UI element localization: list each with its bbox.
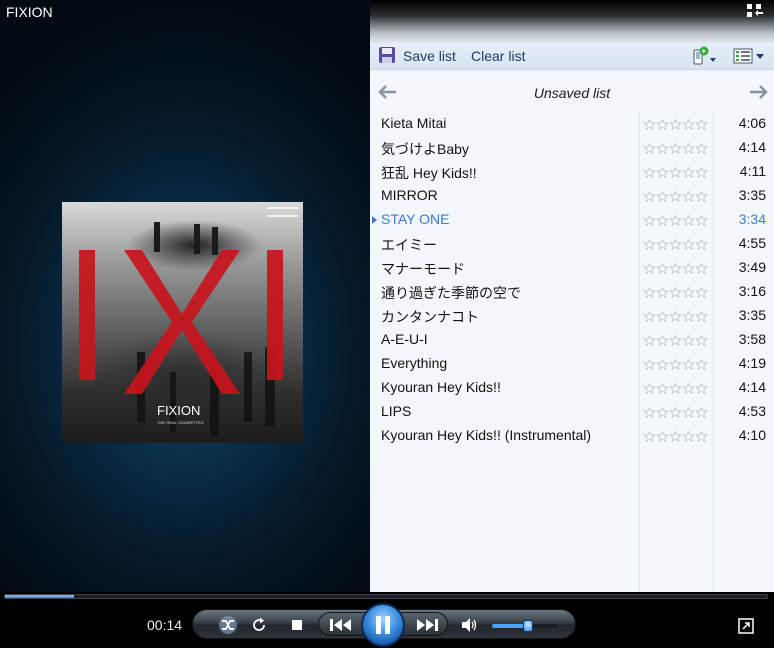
clear-list-button[interactable]: Clear list xyxy=(471,48,525,64)
shuffle-icon[interactable] xyxy=(218,615,238,635)
track-length: 4:55 xyxy=(738,235,766,251)
track-title: マナーモード xyxy=(381,261,465,277)
pause-button[interactable] xyxy=(361,603,405,647)
track-title: A-E-U-I xyxy=(381,331,428,347)
now-playing-marker-icon xyxy=(372,216,377,224)
track-row[interactable]: マナーモード 3:49 xyxy=(370,256,774,280)
sync-device-icon[interactable] xyxy=(692,46,718,66)
rating-stars-icon[interactable] xyxy=(643,405,709,419)
album-artist-text: THE ORAL CIGARETTES xyxy=(157,420,204,425)
track-title: STAY ONE xyxy=(381,211,450,227)
track-title: 狂乱 Hey Kids!! xyxy=(381,165,477,181)
repeat-icon[interactable] xyxy=(250,616,268,634)
playlist-pane-header xyxy=(370,0,774,44)
track-row[interactable]: エイミー 4:55 xyxy=(370,232,774,256)
track-row[interactable]: Kyouran Hey Kids!! (Instrumental) 4:10 xyxy=(370,424,774,448)
track-title: カンタンナコト xyxy=(381,309,479,325)
track-row[interactable]: MIRROR 3:35 xyxy=(370,184,774,208)
list-options-icon[interactable] xyxy=(732,47,766,65)
track-length: 4:11 xyxy=(739,163,766,179)
next-track-icon[interactable] xyxy=(415,617,439,633)
switch-to-library-icon[interactable] xyxy=(746,3,764,19)
rating-stars-icon[interactable] xyxy=(643,429,709,443)
track-row[interactable]: STAY ONE 3:34 xyxy=(370,208,774,232)
stop-icon[interactable] xyxy=(291,619,303,631)
rating-stars-icon[interactable] xyxy=(643,165,709,179)
rating-stars-icon[interactable] xyxy=(643,381,709,395)
track-row[interactable]: Everything 4:19 xyxy=(370,352,774,376)
rating-stars-icon[interactable] xyxy=(643,309,709,323)
album-art: FIXION THE ORAL CIGARETTES xyxy=(62,202,303,443)
volume-slider-thumb[interactable] xyxy=(523,620,534,632)
track-length: 4:10 xyxy=(738,427,766,443)
track-title: LIPS xyxy=(381,403,412,419)
playlist-pane: Save list Clear list Unsaved list Kieta … xyxy=(370,0,774,592)
track-length: 4:19 xyxy=(738,355,766,371)
track-length: 3:34 xyxy=(738,211,766,227)
rating-stars-icon[interactable] xyxy=(643,285,709,299)
track-title: Kieta Mitai xyxy=(381,115,447,131)
track-row[interactable]: 通り過ぎた季節の空で 3:16 xyxy=(370,280,774,304)
track-list: Kieta Mitai 4:06 気づけよBaby 4:14 狂乱 Hey Kids!!… xyxy=(370,112,774,592)
rating-stars-icon[interactable] xyxy=(643,237,709,251)
track-length: 4:53 xyxy=(738,403,766,419)
track-length: 3:58 xyxy=(738,331,766,347)
now-playing-pane: FIXION FIXION THE ORAL CIGARETTES xyxy=(0,0,370,592)
playlist-title: Unsaved list xyxy=(533,85,611,101)
album-cover-image: FIXION THE ORAL CIGARETTES xyxy=(79,207,298,437)
rating-stars-icon[interactable] xyxy=(643,141,709,155)
track-row[interactable]: Kyouran Hey Kids!! 4:14 xyxy=(370,376,774,400)
track-title: 気づけよBaby xyxy=(381,141,469,157)
seek-bar[interactable] xyxy=(4,594,768,599)
track-title: Everything xyxy=(381,355,448,371)
track-length: 4:14 xyxy=(738,379,766,395)
track-length: 3:49 xyxy=(738,259,766,275)
track-title: Kyouran Hey Kids!! (Instrumental) xyxy=(381,427,592,443)
switch-to-now-playing-icon[interactable] xyxy=(738,618,754,634)
rating-stars-icon[interactable] xyxy=(643,333,709,347)
track-row[interactable]: LIPS 4:53 xyxy=(370,400,774,424)
track-length: 3:35 xyxy=(738,307,766,323)
rating-stars-icon[interactable] xyxy=(643,117,709,131)
track-length: 3:35 xyxy=(738,187,766,203)
rating-stars-icon[interactable] xyxy=(643,189,709,203)
track-title: MIRROR xyxy=(381,187,438,203)
rating-stars-icon[interactable] xyxy=(643,213,709,227)
track-row[interactable]: 気づけよBaby 4:14 xyxy=(370,136,774,160)
elapsed-time: 00:14 xyxy=(147,617,183,633)
track-title: Kyouran Hey Kids!! xyxy=(381,379,501,395)
track-length: 4:14 xyxy=(738,139,766,155)
track-row[interactable]: Kieta Mitai 4:06 xyxy=(370,112,774,136)
volume-icon[interactable] xyxy=(461,617,479,633)
rating-stars-icon[interactable] xyxy=(643,357,709,371)
track-length: 3:16 xyxy=(738,283,766,299)
save-list-button[interactable]: Save list xyxy=(403,48,456,64)
playlist-toolbar: Save list Clear list xyxy=(370,44,774,70)
seek-bar-fill xyxy=(5,595,74,598)
playlist-title-bar: Unsaved list xyxy=(370,80,774,106)
track-row[interactable]: A-E-U-I 3:58 xyxy=(370,328,774,352)
pause-icon xyxy=(376,616,390,634)
track-row[interactable]: 狂乱 Hey Kids!! 4:11 xyxy=(370,160,774,184)
track-length: 4:06 xyxy=(738,115,766,131)
volume-slider[interactable] xyxy=(492,620,558,632)
album-logo-text: FIXION xyxy=(157,403,200,418)
track-title: 通り過ぎた季節の空で xyxy=(381,285,521,301)
rating-stars-icon[interactable] xyxy=(643,261,709,275)
floppy-disk-icon[interactable] xyxy=(378,46,396,64)
track-title: エイミー xyxy=(381,237,437,253)
previous-track-icon[interactable] xyxy=(329,617,353,633)
forward-arrow-icon[interactable] xyxy=(748,83,770,101)
track-row[interactable]: カンタンナコト 3:35 xyxy=(370,304,774,328)
window-title: FIXION xyxy=(6,4,53,20)
